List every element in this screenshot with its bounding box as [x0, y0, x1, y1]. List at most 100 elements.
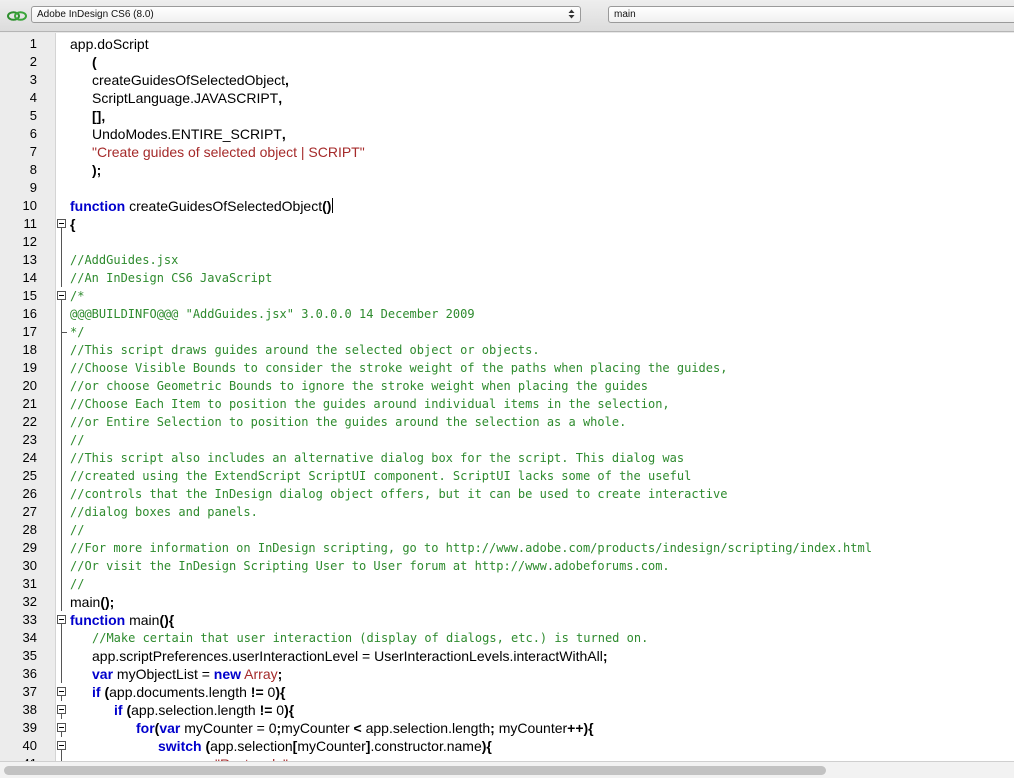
code-line[interactable]: 22 //or Entire Selection to position the … — [0, 413, 1014, 431]
code-line[interactable]: 33 function main(){ — [0, 611, 1014, 629]
fold-collapse-icon[interactable] — [57, 683, 67, 701]
code-token: //This script also includes an alternati… — [70, 451, 685, 465]
code-line[interactable]: 23 // — [0, 431, 1014, 449]
code-line[interactable]: 28 // — [0, 521, 1014, 539]
line-number: 6 — [29, 126, 37, 141]
line-number: 32 — [22, 594, 37, 609]
code-comment: //or Entire Selection to position the gu… — [70, 413, 626, 431]
code-line[interactable]: 25 //created using the ExtendScript Scrip… — [0, 467, 1014, 485]
code-token: ScriptLanguage.JAVASCRIPT — [92, 90, 279, 106]
code-line[interactable]: 29 //For more information on InDesign scr… — [0, 539, 1014, 557]
code-text: ); — [92, 161, 101, 179]
code-line[interactable]: 27 //dialog boxes and panels. — [0, 503, 1014, 521]
fold-guide-line — [57, 503, 67, 521]
code-token: < — [353, 720, 362, 736]
code-line[interactable]: 31 // — [0, 575, 1014, 593]
code-line[interactable]: 5 [], — [0, 107, 1014, 125]
line-number: 29 — [22, 540, 37, 555]
fold-guide-line — [57, 647, 67, 665]
code-line[interactable]: 1 app.doScript — [0, 35, 1014, 53]
code-token: , — [278, 90, 283, 106]
code-line[interactable]: 15 /* — [0, 287, 1014, 305]
code-line[interactable]: 32 main(); — [0, 593, 1014, 611]
fold-guide-line — [57, 377, 67, 395]
code-line[interactable]: 18 //This script draws guides around the … — [0, 341, 1014, 359]
code-token: createGuidesOfSelectedObject — [92, 72, 285, 88]
code-token: ++){ — [567, 720, 594, 736]
code-text: switch (app.selection[myCounter].constru… — [158, 737, 492, 755]
code-token: myCounter = 0 — [180, 720, 277, 736]
code-token: ; — [277, 666, 283, 682]
line-number: 14 — [22, 270, 37, 285]
code-line[interactable]: 21 //Choose Each Item to position the gui… — [0, 395, 1014, 413]
code-line[interactable]: 19 //Choose Visible Bounds to consider th… — [0, 359, 1014, 377]
select-arrows-icon — [568, 9, 575, 19]
line-number: 4 — [29, 90, 37, 105]
code-editor[interactable]: 1 app.doScript 2(3 createGuidesOfSelectedOb… — [0, 33, 1014, 761]
code-token: main — [70, 594, 101, 610]
code-line[interactable]: 3 createGuidesOfSelectedObject, — [0, 71, 1014, 89]
line-number: 35 — [22, 648, 37, 663]
code-token: for — [136, 720, 155, 736]
code-line[interactable]: 12 — [0, 233, 1014, 251]
fold-collapse-icon[interactable] — [57, 701, 67, 719]
code-line[interactable]: 38 if (app.selection.length != 0){ — [0, 701, 1014, 719]
code-line[interactable]: 8); — [0, 161, 1014, 179]
fold-guide-line — [57, 575, 67, 593]
code-line[interactable]: 16 @@@BUILDINFO@@@ "AddGuides.jsx" 3.0.0.… — [0, 305, 1014, 323]
fold-collapse-icon[interactable] — [57, 719, 67, 737]
code-line[interactable]: 36 var myObjectList = new Array; — [0, 665, 1014, 683]
fold-end-marker — [57, 323, 67, 341]
line-number: 5 — [29, 108, 37, 123]
code-line[interactable]: 39 for(var myCounter = 0;myCounter < app.… — [0, 719, 1014, 737]
code-line[interactable]: 26 //controls that the InDesign dialog ob… — [0, 485, 1014, 503]
code-token: app.doScript — [70, 36, 149, 52]
code-line[interactable]: 17 */ — [0, 323, 1014, 341]
fold-collapse-icon[interactable] — [57, 737, 67, 755]
code-line[interactable]: 20 //or choose Geometric Bounds to ignore… — [0, 377, 1014, 395]
code-text: UndoModes.ENTIRE_SCRIPT, — [92, 125, 286, 143]
code-line[interactable]: 2( — [0, 53, 1014, 71]
fold-collapse-icon[interactable] — [57, 287, 67, 305]
code-token: { — [70, 216, 76, 232]
code-line[interactable]: 40 switch (app.selection[myCounter].const… — [0, 737, 1014, 755]
line-number: 38 — [22, 702, 37, 717]
line-number: 16 — [22, 306, 37, 321]
chain-link-icon[interactable] — [7, 9, 27, 23]
code-line[interactable]: 13 //AddGuides.jsx — [0, 251, 1014, 269]
code-line[interactable]: 9 — [0, 179, 1014, 197]
function-navigator-select[interactable]: main — [608, 6, 1014, 23]
code-token: // — [70, 433, 85, 447]
line-number: 18 — [22, 342, 37, 357]
code-token: //Choose Visible Bounds to consider the … — [70, 361, 728, 375]
code-token: "Create guides of selected object | SCRI… — [92, 144, 365, 160]
code-line[interactable]: 35 app.scriptPreferences.userInteractionL… — [0, 647, 1014, 665]
code-line[interactable]: 7 "Create guides of selected object | SCR… — [0, 143, 1014, 161]
code-line[interactable]: 37 if (app.documents.length != 0){ — [0, 683, 1014, 701]
code-line[interactable]: 10 function createGuidesOfSelectedObject(… — [0, 197, 1014, 215]
code-line[interactable]: 4 ScriptLanguage.JAVASCRIPT, — [0, 89, 1014, 107]
code-token: app.selection.length — [361, 720, 491, 736]
code-line[interactable]: 14 //An InDesign CS6 JavaScript — [0, 269, 1014, 287]
horizontal-scrollbar[interactable] — [0, 761, 1014, 778]
fold-guide-line — [57, 251, 67, 269]
code-comment: //An InDesign CS6 JavaScript — [70, 269, 272, 287]
code-comment: // — [70, 431, 84, 449]
line-number: 27 — [22, 504, 37, 519]
code-token: , — [285, 72, 289, 88]
target-application-select[interactable]: Adobe InDesign CS6 (8.0) — [31, 6, 581, 23]
code-line[interactable]: 6 UndoModes.ENTIRE_SCRIPT, — [0, 125, 1014, 143]
code-text: ScriptLanguage.JAVASCRIPT, — [92, 89, 282, 107]
code-token: createGuidesOfSelectedObject — [125, 198, 323, 214]
code-token: switch — [158, 738, 202, 754]
scrollbar-thumb[interactable] — [4, 766, 826, 775]
line-number: 36 — [22, 666, 37, 681]
code-token: myCounter — [297, 738, 366, 754]
fold-collapse-icon[interactable] — [57, 215, 67, 233]
fold-collapse-icon[interactable] — [57, 611, 67, 629]
code-token: ( — [122, 702, 132, 718]
code-line[interactable]: 34 //Make certain that user interaction (… — [0, 629, 1014, 647]
code-line[interactable]: 24 //This script also includes an alterna… — [0, 449, 1014, 467]
code-line[interactable]: 30 //Or visit the InDesign Scripting User… — [0, 557, 1014, 575]
code-line[interactable]: 11 { — [0, 215, 1014, 233]
